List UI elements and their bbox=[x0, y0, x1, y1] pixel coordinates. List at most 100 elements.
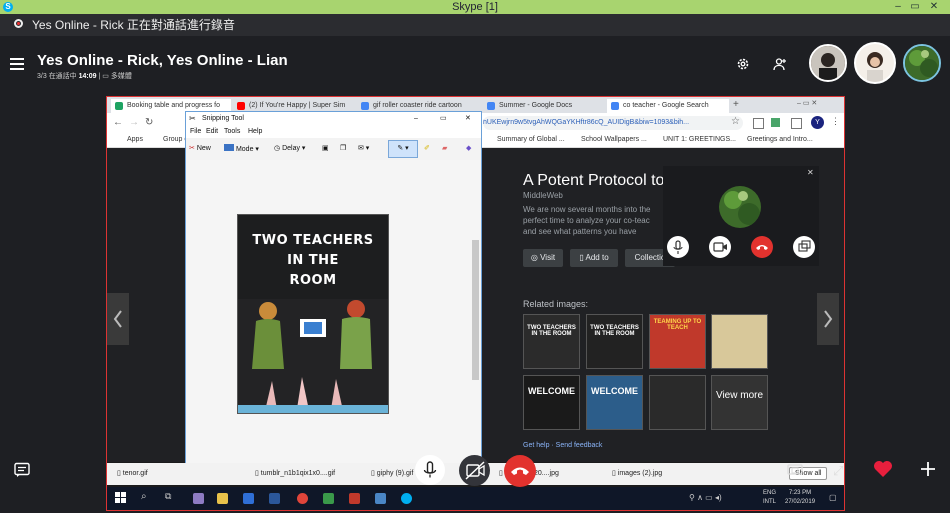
browser-tab[interactable]: Summer - Google Docs bbox=[483, 99, 603, 113]
overlay-switch-button[interactable] bbox=[793, 236, 815, 258]
tab-label: gif roller coaster ride cartoon bbox=[373, 102, 462, 109]
extension-icon[interactable] bbox=[753, 118, 764, 129]
add-to-button[interactable]: ▯ Add to bbox=[570, 249, 618, 267]
snip-close-button[interactable]: ✕ bbox=[465, 112, 471, 126]
heart-reaction-icon[interactable] bbox=[873, 460, 893, 478]
save-icon[interactable]: ▣ bbox=[322, 144, 329, 152]
download-filename: tenor.gif bbox=[122, 470, 148, 477]
taskbar-app-icon[interactable] bbox=[401, 493, 412, 504]
overlay-video-button[interactable] bbox=[709, 236, 731, 258]
taskbar-app-icon[interactable] bbox=[323, 493, 334, 504]
related-image[interactable]: TWO TEACHERS IN THE ROOM bbox=[523, 314, 580, 369]
related-image[interactable]: WELCOME bbox=[523, 375, 580, 430]
related-image[interactable]: WELCOME bbox=[586, 375, 643, 430]
download-item[interactable]: ▯ tenor.gif bbox=[117, 463, 148, 485]
bookmark-item[interactable]: Greetings and Intro... bbox=[747, 133, 813, 147]
window-controls[interactable]: – ▭ ✕ bbox=[797, 99, 817, 107]
download-item[interactable]: ▯ images (2).jpg bbox=[612, 463, 662, 485]
view-more-button[interactable]: View more bbox=[711, 375, 768, 430]
taskbar-app-icon[interactable] bbox=[349, 493, 360, 504]
start-icon[interactable] bbox=[115, 492, 127, 504]
minimize-button[interactable]: – bbox=[890, 0, 906, 14]
extension-icon[interactable] bbox=[791, 118, 802, 129]
bookmark-item[interactable]: School Wallpapers ... bbox=[581, 133, 647, 147]
taskbar-app-icon[interactable] bbox=[375, 493, 386, 504]
overlay-hangup-button[interactable] bbox=[751, 236, 773, 258]
copy-icon[interactable]: ❐ bbox=[340, 144, 346, 152]
visit-label: Visit bbox=[540, 253, 556, 262]
snip-minimize-button[interactable]: – bbox=[414, 112, 418, 126]
notification-icon[interactable]: ▢ bbox=[829, 493, 837, 502]
next-image-arrow[interactable] bbox=[817, 293, 839, 345]
visit-button[interactable]: ◎ Visit bbox=[523, 249, 563, 267]
taskbar-app-icon[interactable] bbox=[217, 493, 228, 504]
new-snip-button[interactable]: ✂ New bbox=[189, 144, 211, 152]
related-image[interactable]: TEAMING UP TO TEACH bbox=[649, 314, 706, 369]
collection-label: Collectio bbox=[634, 253, 666, 262]
add-person-icon[interactable] bbox=[773, 57, 787, 71]
snip-scrollbar[interactable] bbox=[472, 240, 479, 380]
scissors-icon: ✂ bbox=[189, 114, 196, 123]
related-image[interactable] bbox=[649, 375, 706, 430]
mode-button[interactable]: Mode ▾ bbox=[224, 144, 259, 153]
download-item[interactable]: ▯ tumblr_n1b1qix1x0....gif bbox=[255, 463, 335, 485]
participant-avatar-1[interactable] bbox=[809, 44, 847, 82]
profile-avatar[interactable]: Y bbox=[811, 116, 824, 129]
paint3d-icon[interactable]: ◆ bbox=[466, 144, 471, 152]
menu-help[interactable]: Help bbox=[248, 126, 262, 138]
overlay-close-icon[interactable]: ✕ bbox=[807, 168, 814, 177]
chat-icon[interactable] bbox=[14, 462, 30, 478]
tray-icons[interactable]: ⚲ ∧ ▭ ◂) bbox=[689, 493, 722, 502]
mute-button[interactable] bbox=[415, 455, 445, 485]
snip-maximize-button[interactable]: ▭ bbox=[440, 112, 447, 126]
video-off-button[interactable] bbox=[459, 455, 490, 486]
participant-avatar-3[interactable] bbox=[903, 44, 941, 82]
taskbar-app-icon[interactable] bbox=[269, 493, 280, 504]
menu-tools[interactable]: Tools bbox=[224, 126, 240, 138]
bookmark-apps[interactable]: Apps bbox=[127, 133, 143, 147]
related-image[interactable]: TWO TEACHERS IN THE ROOM bbox=[586, 314, 643, 369]
related-image[interactable] bbox=[711, 314, 768, 369]
reload-icon[interactable]: ↻ bbox=[145, 117, 153, 128]
bookmark-star-icon[interactable]: ☆ bbox=[731, 116, 740, 127]
result-title[interactable]: A Potent Protocol to I bbox=[523, 172, 673, 190]
download-item[interactable]: ▯ giphy (9).gif bbox=[371, 463, 413, 485]
participant-avatar-2[interactable] bbox=[854, 42, 896, 84]
clock[interactable]: 7:23 PM 27/02/2019 bbox=[785, 489, 815, 507]
more-icon[interactable]: ⋮ bbox=[831, 116, 840, 127]
screen-share-icon[interactable] bbox=[787, 462, 803, 478]
highlighter-icon[interactable]: ✐ bbox=[424, 144, 430, 152]
pen-button[interactable]: ✎ ▾ bbox=[388, 140, 418, 158]
settings-icon[interactable] bbox=[736, 57, 750, 71]
new-tab-icon[interactable]: + bbox=[733, 99, 739, 110]
bookmark-item[interactable]: Summary of Global ... bbox=[497, 133, 565, 147]
menu-icon[interactable] bbox=[10, 58, 24, 70]
task-view-icon[interactable]: ⧉ bbox=[165, 491, 171, 502]
taskbar-app-icon[interactable] bbox=[243, 493, 254, 504]
tab-label: (2) If You're Happy | Super Sim bbox=[249, 102, 346, 109]
overlay-mic-button[interactable] bbox=[667, 236, 689, 258]
add-icon[interactable] bbox=[920, 461, 936, 477]
previous-image-arrow[interactable] bbox=[107, 293, 129, 345]
language-indicator[interactable]: ENG INTL bbox=[763, 489, 776, 507]
result-source[interactable]: MiddleWeb bbox=[523, 191, 563, 200]
send-icon[interactable]: ✉ ▾ bbox=[358, 144, 369, 152]
chrome-icon[interactable] bbox=[297, 493, 308, 504]
address-bar[interactable]: hUKEwjrn9w5tvgAhWQGaYKHftr86cQ_AUIDigB&b… bbox=[483, 116, 743, 130]
bookmark-item[interactable]: UNIT 1: GREETINGS... bbox=[663, 133, 736, 147]
menu-file[interactable]: File bbox=[190, 126, 201, 138]
browser-tab[interactable]: co teacher - Google Search bbox=[607, 99, 729, 113]
delay-button[interactable]: ◷ Delay ▾ bbox=[274, 144, 305, 152]
back-icon[interactable]: ← bbox=[113, 117, 123, 128]
taskbar-app-icon[interactable] bbox=[193, 493, 204, 504]
hang-up-button[interactable] bbox=[504, 455, 536, 487]
eraser-icon[interactable]: ▰ bbox=[442, 144, 447, 152]
extension-icon[interactable] bbox=[771, 118, 780, 127]
close-button[interactable]: ✕ bbox=[926, 0, 942, 14]
search-icon[interactable]: ⌕ bbox=[141, 491, 147, 502]
maximize-button[interactable]: ▭ bbox=[907, 0, 923, 14]
menu-edit[interactable]: Edit bbox=[206, 126, 218, 138]
forward-icon[interactable]: → bbox=[129, 117, 139, 128]
fullscreen-icon[interactable]: ⤢ bbox=[833, 463, 843, 479]
footer-links[interactable]: Get help · Send feedback bbox=[523, 442, 602, 449]
